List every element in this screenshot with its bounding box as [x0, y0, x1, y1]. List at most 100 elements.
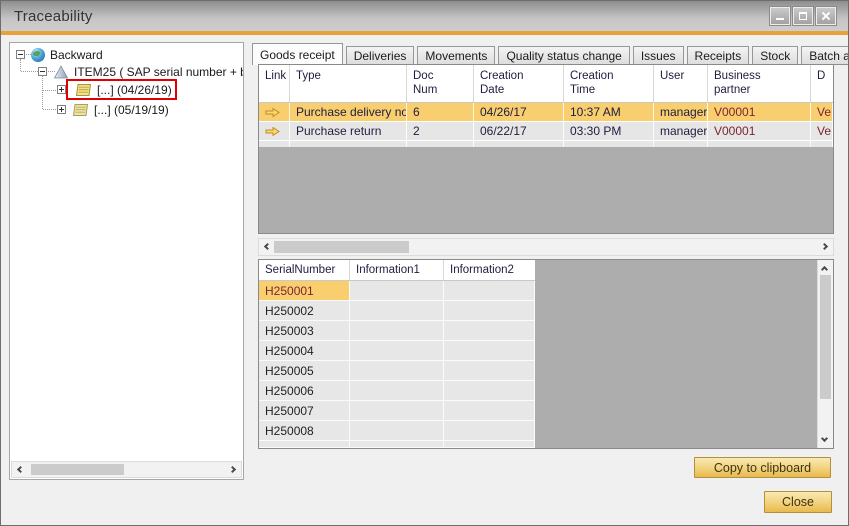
scroll-up-icon[interactable]	[821, 266, 828, 273]
cell-creation-date[interactable]: 04/26/17	[474, 103, 564, 121]
column-header-information1[interactable]: Information1	[350, 260, 444, 280]
tab-stock[interactable]: Stock	[752, 46, 798, 65]
cell-serial[interactable]: H250008	[259, 421, 350, 440]
cell-serial[interactable]: H250004	[259, 341, 350, 360]
scroll-left-icon[interactable]	[264, 243, 271, 250]
cell-d[interactable]: Ve	[811, 122, 833, 140]
cell-serial[interactable]: H250003	[259, 321, 350, 340]
column-header-user[interactable]: User	[654, 65, 708, 102]
maximize-icon	[799, 12, 807, 20]
tree-item-item25[interactable]: ITEM25 ( SAP serial number + best	[38, 63, 244, 80]
serial-row[interactable]: H250004	[259, 341, 535, 361]
tree-connector	[43, 109, 56, 110]
cell-type[interactable]: Purchase delivery note	[290, 103, 407, 121]
cell-serial[interactable]: H250001	[259, 281, 350, 300]
tree-item-backward[interactable]: Backward	[16, 46, 103, 63]
cell-information1[interactable]	[350, 401, 444, 420]
tree-connector	[43, 90, 56, 91]
tab-issues[interactable]: Issues	[633, 46, 684, 65]
column-header-information2[interactable]: Information2	[444, 260, 535, 280]
serial-row[interactable]: H250005	[259, 361, 535, 381]
cell-serial[interactable]: H250005	[259, 361, 350, 380]
column-header-d[interactable]: D	[811, 65, 833, 102]
close-button[interactable]	[816, 7, 836, 25]
tab-movements[interactable]: Movements	[417, 46, 495, 65]
tree-connector	[21, 71, 38, 72]
column-header-creation-date[interactable]: CreationDate	[474, 65, 564, 102]
column-header-type[interactable]: Type	[290, 65, 407, 102]
cell-type[interactable]: Purchase return	[290, 122, 407, 140]
tree-item-batch-05-19-19[interactable]: [...] (05/19/19)	[57, 101, 169, 118]
cell-link[interactable]	[259, 103, 290, 121]
cell-creation-time[interactable]: 03:30 PM	[564, 122, 654, 140]
column-header-doc-num[interactable]: DocNum	[407, 65, 474, 102]
documents-horizontal-scrollbar[interactable]	[258, 238, 834, 256]
cell-information2[interactable]	[444, 381, 535, 400]
table-row[interactable]: Purchase return 2 06/22/17 03:30 PM mana…	[259, 122, 833, 141]
cell-information1[interactable]	[350, 361, 444, 380]
cell-link[interactable]	[259, 122, 290, 140]
tree-item-batch-04-26-19[interactable]: [...] (04/26/19)	[57, 79, 177, 100]
scroll-down-icon[interactable]	[821, 435, 828, 442]
column-header-serialnumber[interactable]: SerialNumber	[259, 260, 350, 280]
cell-doc-num[interactable]: 6	[407, 103, 474, 121]
scrollbar-thumb[interactable]	[31, 464, 124, 475]
cell-user[interactable]: manager	[654, 103, 708, 121]
expand-icon[interactable]	[57, 85, 66, 94]
cell-information1[interactable]	[350, 301, 444, 320]
tab-quality-status-change[interactable]: Quality status change	[498, 46, 629, 65]
serial-row[interactable]: H250007	[259, 401, 535, 421]
cell-information2[interactable]	[444, 341, 535, 360]
cell-serial[interactable]: H250002	[259, 301, 350, 320]
cell-information1[interactable]	[350, 281, 444, 300]
link-arrow-icon	[265, 126, 280, 137]
cell-doc-num[interactable]: 2	[407, 122, 474, 140]
serial-row[interactable]: H250002	[259, 301, 535, 321]
collapse-icon[interactable]	[16, 50, 25, 59]
cell-information2[interactable]	[444, 421, 535, 440]
expand-icon[interactable]	[57, 105, 66, 114]
collapse-icon[interactable]	[38, 67, 47, 76]
cell-business-partner[interactable]: V00001	[708, 103, 811, 121]
cell-information2[interactable]	[444, 401, 535, 420]
maximize-button[interactable]	[793, 7, 813, 25]
serial-row[interactable]: H250003	[259, 321, 535, 341]
cell-information2[interactable]	[444, 321, 535, 340]
cell-information1[interactable]	[350, 381, 444, 400]
cell-serial[interactable]: H250007	[259, 401, 350, 420]
serial-row[interactable]: H250001	[259, 281, 535, 301]
column-header-creation-time[interactable]: CreationTime	[564, 65, 654, 102]
title-bar[interactable]: Traceability	[1, 1, 848, 31]
close-dialog-button[interactable]: Close	[764, 491, 832, 513]
cell-business-partner[interactable]: V00001	[708, 122, 811, 140]
cell-information1[interactable]	[350, 341, 444, 360]
cell-information1[interactable]	[350, 321, 444, 340]
cell-information2[interactable]	[444, 361, 535, 380]
cell-creation-date[interactable]: 06/22/17	[474, 122, 564, 140]
cell-user[interactable]: manager	[654, 122, 708, 140]
column-header-link[interactable]: Link	[259, 65, 290, 102]
tab-batch-attribute[interactable]: Batch attribute	[801, 46, 849, 65]
scrollbar-thumb[interactable]	[820, 275, 831, 399]
copy-to-clipboard-button[interactable]: Copy to clipboard	[694, 457, 831, 478]
scroll-left-icon[interactable]	[17, 466, 24, 473]
serials-vertical-scrollbar[interactable]	[817, 260, 833, 448]
tab-goods-receipt[interactable]: Goods receipt	[252, 43, 343, 65]
serial-row[interactable]: H250008	[259, 421, 535, 441]
scroll-right-icon[interactable]	[821, 243, 828, 250]
cell-information1[interactable]	[350, 421, 444, 440]
tree-horizontal-scrollbar[interactable]	[11, 461, 242, 478]
scroll-right-icon[interactable]	[229, 466, 236, 473]
cell-information2[interactable]	[444, 301, 535, 320]
column-header-business-partner[interactable]: Businesspartner	[708, 65, 811, 102]
table-row[interactable]: Purchase delivery note 6 04/26/17 10:37 …	[259, 103, 833, 122]
tab-receipts[interactable]: Receipts	[687, 46, 750, 65]
cell-information2[interactable]	[444, 281, 535, 300]
cell-creation-time[interactable]: 10:37 AM	[564, 103, 654, 121]
scrollbar-thumb[interactable]	[274, 241, 409, 253]
cell-d[interactable]: Ve	[811, 103, 833, 121]
tab-deliveries[interactable]: Deliveries	[346, 46, 415, 65]
minimize-button[interactable]	[770, 7, 790, 25]
cell-serial[interactable]: H250006	[259, 381, 350, 400]
serial-row[interactable]: H250006	[259, 381, 535, 401]
